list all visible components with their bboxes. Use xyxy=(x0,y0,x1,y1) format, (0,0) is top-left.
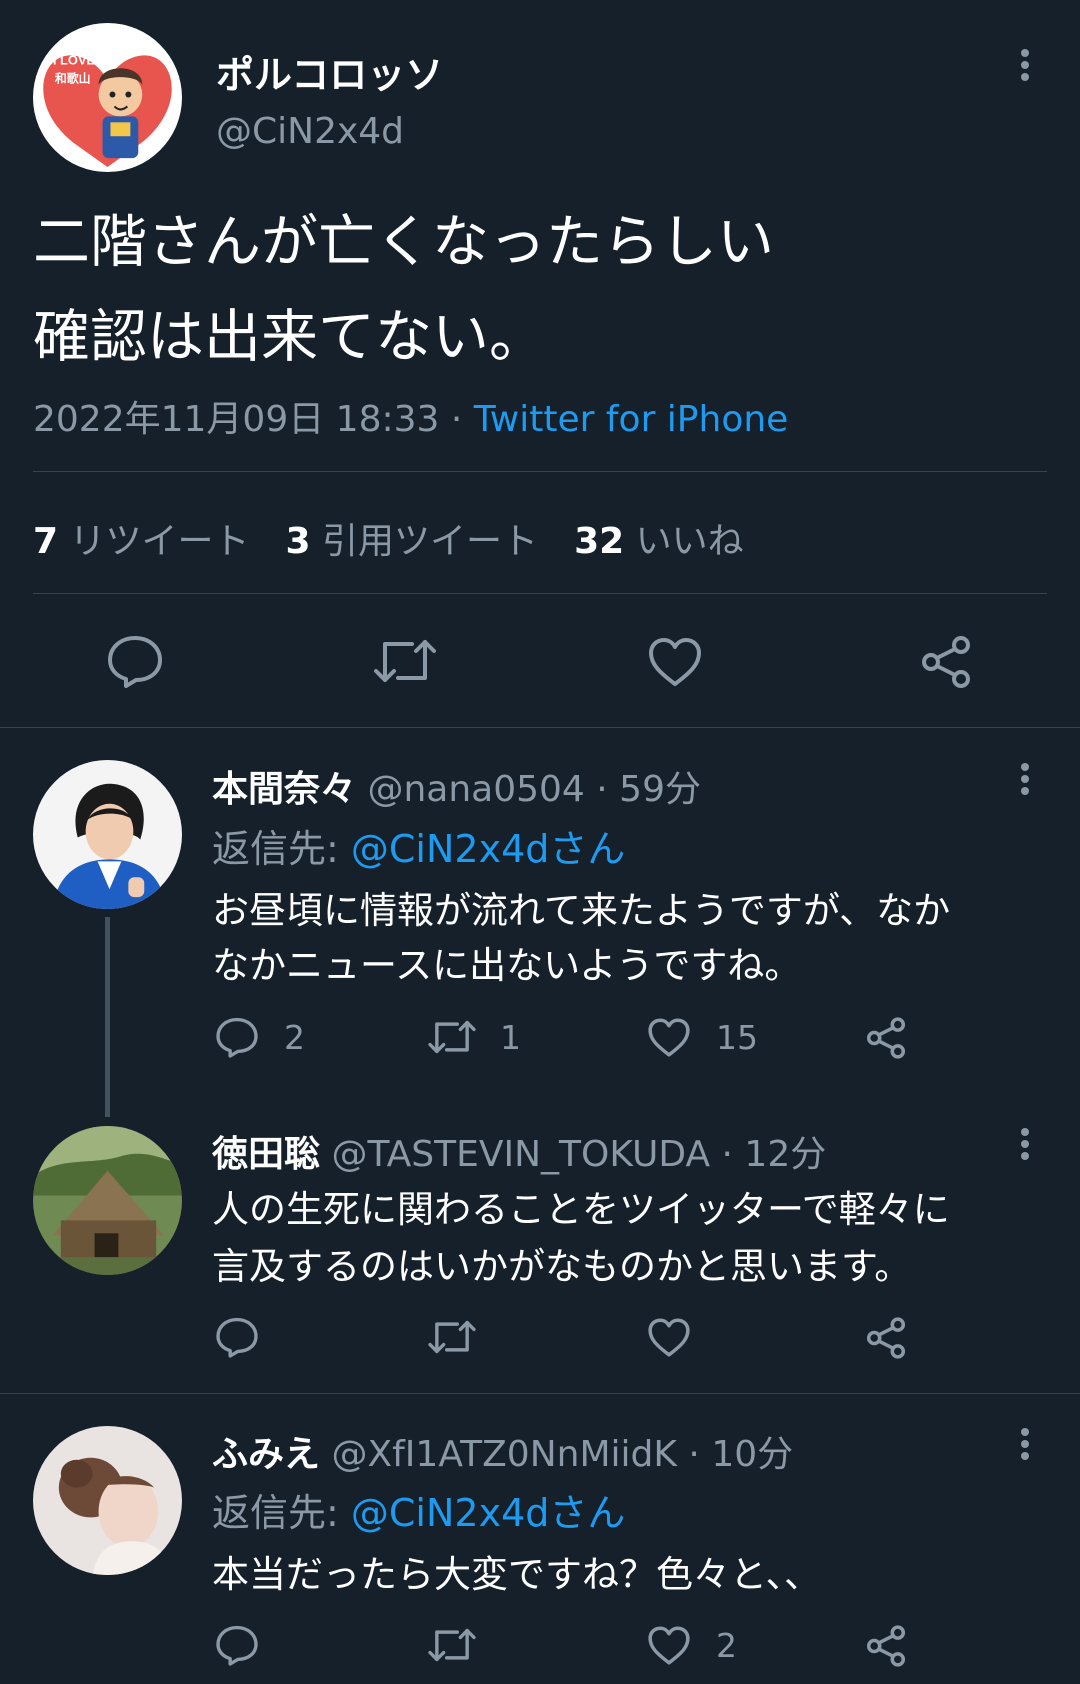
reply-to: 返信先: @CiN2x4dさん xyxy=(212,1482,625,1537)
share-icon[interactable] xyxy=(864,1624,908,1668)
reply-to-handle[interactable]: @CiN2x4dさん xyxy=(351,1491,625,1535)
handle-time[interactable]: @nana0504 · 59分 xyxy=(367,769,701,810)
like-stat[interactable]: 32 いいね xyxy=(574,521,744,562)
avatar-text-i-love: I LOVE xyxy=(53,53,96,68)
reply-to-prefix: 返信先: xyxy=(212,1491,351,1535)
reply-icon[interactable] xyxy=(215,1316,259,1358)
retweets-label: リツイート xyxy=(69,521,250,562)
avatar[interactable] xyxy=(33,760,182,909)
reply-to-prefix: 返信先: xyxy=(212,827,351,871)
likes-label: いいね xyxy=(635,521,744,562)
like-icon[interactable] xyxy=(647,636,703,688)
retweet-icon[interactable] xyxy=(427,1316,477,1358)
source-link[interactable]: Twitter for iPhone xyxy=(474,399,789,440)
handle-time[interactable]: @XfI1ATZ0NnMiidK · 10分 xyxy=(331,1434,793,1475)
reply-icon[interactable] xyxy=(106,634,164,688)
section-divider xyxy=(0,1393,1080,1394)
tweet-stats: 7 リツイート 3 引用ツイート 32 いいね xyxy=(33,512,744,564)
more-options-icon[interactable] xyxy=(1011,46,1039,86)
more-options-icon[interactable] xyxy=(1011,760,1039,800)
divider xyxy=(33,593,1047,594)
display-name[interactable]: 本間奈々 xyxy=(212,769,356,810)
reply-count: 2 xyxy=(284,1018,305,1057)
retweet-icon[interactable] xyxy=(427,1016,477,1058)
handle[interactable]: @CiN2x4d xyxy=(216,111,404,152)
reply-to-handle[interactable]: @CiN2x4dさん xyxy=(351,827,625,871)
tweet-text-line-2: 確認は出来てない。 xyxy=(33,304,546,370)
reply-header: ふみえ @XfI1ATZ0NnMiidK · 10分 xyxy=(212,1425,793,1477)
quote-stat[interactable]: 3 引用ツイート xyxy=(286,521,539,562)
reply-text-line-1: お昼頃に情報が流れて来たようですが、なか xyxy=(212,889,951,932)
avatar[interactable]: I LOVE 和歌山 xyxy=(33,23,182,172)
reply-header: 本間奈々 @nana0504 · 59分 xyxy=(212,760,701,812)
more-options-icon[interactable] xyxy=(1011,1125,1039,1165)
tweet-text-line-1: 二階さんが亡くなったらしい xyxy=(33,209,774,275)
tweet-meta: 2022年11月09日 18:33 · Twitter for iPhone xyxy=(33,390,788,442)
like-icon[interactable] xyxy=(647,1017,691,1058)
avatar[interactable] xyxy=(33,1426,182,1575)
avatar[interactable] xyxy=(33,1126,182,1275)
avatar-text-wakayama: 和歌山 xyxy=(55,72,91,86)
reply-text-line-1: 本当だったら大変ですね？色々と、、 xyxy=(212,1553,822,1596)
section-divider xyxy=(0,727,1080,728)
timestamp: 2022年11月09日 18:33 · xyxy=(33,399,474,440)
more-options-icon[interactable] xyxy=(1011,1425,1039,1465)
reply-to: 返信先: @CiN2x4dさん xyxy=(212,818,625,873)
share-icon[interactable] xyxy=(864,1316,908,1360)
display-name[interactable]: ふみえ xyxy=(212,1434,320,1475)
like-icon[interactable] xyxy=(647,1317,691,1358)
quotes-label: 引用ツイート xyxy=(322,521,539,562)
thread-line xyxy=(105,917,110,1117)
share-icon[interactable] xyxy=(864,1016,908,1060)
handle-time[interactable]: @TASTEVIN_TOKUDA · 12分 xyxy=(331,1134,826,1175)
reply-text-line-2: なかニュースに出ないようですね。 xyxy=(212,944,802,987)
retweet-icon[interactable] xyxy=(372,634,438,688)
reply-text-line-2: 言及するのはいかがなものかと思います。 xyxy=(212,1245,912,1288)
retweet-stat[interactable]: 7 リツイート xyxy=(33,521,250,562)
display-name[interactable]: 徳田聡 xyxy=(212,1134,320,1175)
retweet-count: 1 xyxy=(500,1018,521,1057)
reply-text-line-1: 人の生死に関わることをツイッターで軽々に xyxy=(212,1188,950,1231)
quotes-count: 3 xyxy=(285,521,311,562)
likes-count: 32 xyxy=(574,521,625,562)
like-icon[interactable] xyxy=(647,1625,691,1666)
display-name[interactable]: ポルコロッソ xyxy=(216,44,443,99)
divider xyxy=(33,471,1047,472)
like-count: 2 xyxy=(716,1626,737,1665)
share-icon[interactable] xyxy=(918,634,974,690)
retweet-icon[interactable] xyxy=(427,1624,477,1666)
like-count: 15 xyxy=(716,1018,758,1057)
reply-icon[interactable] xyxy=(215,1624,259,1666)
reply-header: 徳田聡 @TASTEVIN_TOKUDA · 12分 xyxy=(212,1125,826,1177)
reply-icon[interactable] xyxy=(215,1016,259,1058)
retweets-count: 7 xyxy=(33,521,59,562)
